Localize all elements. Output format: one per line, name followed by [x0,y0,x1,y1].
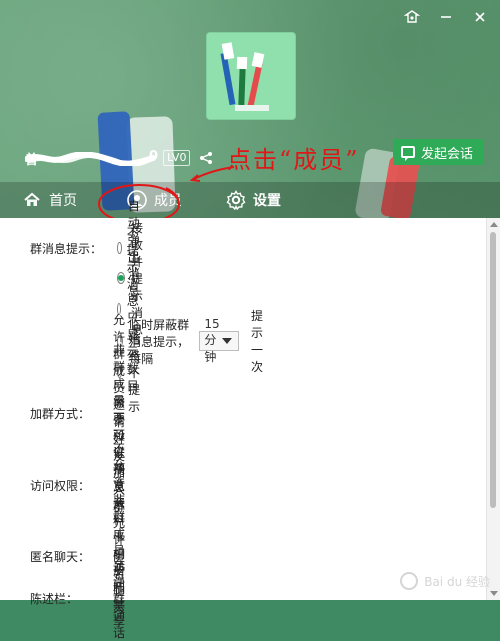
partial-row-value[interactable]: 允许群通话 [113,556,125,641]
chevron-down-icon [221,338,232,344]
minimize-icon[interactable] [436,7,456,27]
join-method-label: 加群方式： [30,406,91,421]
group-message-label: 群消息提示： [30,241,103,256]
gear-icon [226,190,246,210]
window-controls [402,7,490,27]
home-icon [22,190,42,210]
mute-interval-suffix: 提示一次 [250,309,263,374]
mute-interval-select[interactable]: 15分钟 [199,317,239,364]
settings-panel: 群消息提示： 自动弹出消息 接收并提示消息 不提示消息只显示数目 临时屏蔽群消息… [0,199,486,640]
redaction-scribble [25,152,155,166]
tab-home-label: 首页 [49,193,77,209]
tab-settings-label: 设置 [253,193,281,209]
scroll-down-icon[interactable] [490,591,498,596]
annotation-text: 点击“成员” [227,146,360,174]
tab-bar: 首页 成员 设置 [0,182,500,218]
tab-home[interactable]: 首页 [8,182,91,218]
scroll-thumb[interactable] [490,232,496,508]
watermark: Bai du 经验 [400,572,490,590]
anonymous-label: 匿名聊天： [30,549,91,564]
chat-bubble-icon [400,146,415,161]
start-chat-button[interactable]: 发起会话 [392,139,483,165]
group-name-suffix: 0 [149,149,160,164]
access-label: 访问权限： [30,478,91,493]
tab-settings[interactable]: 设置 [212,182,295,218]
partial-row-label: 陈述栏： [30,591,79,606]
group-avatar[interactable] [206,32,296,120]
start-chat-label: 发起会话 [420,145,473,161]
skin-icon[interactable] [402,7,422,27]
level-badge: LV0 [163,150,191,166]
scroll-up-icon[interactable] [490,222,498,227]
close-icon[interactable] [470,7,490,27]
group-name-row: 曾 0 LV0 [25,147,214,169]
vertical-scrollbar[interactable] [486,218,500,600]
mute-interval-value: 15分钟 [204,317,220,364]
group-name: 曾 0 [25,149,158,168]
tab-members-label: 成员 [154,193,182,209]
radio-label: 始终不提示 [128,331,141,414]
paw-icon [400,572,419,590]
watermark-text: Bai du 经验 [424,574,490,589]
